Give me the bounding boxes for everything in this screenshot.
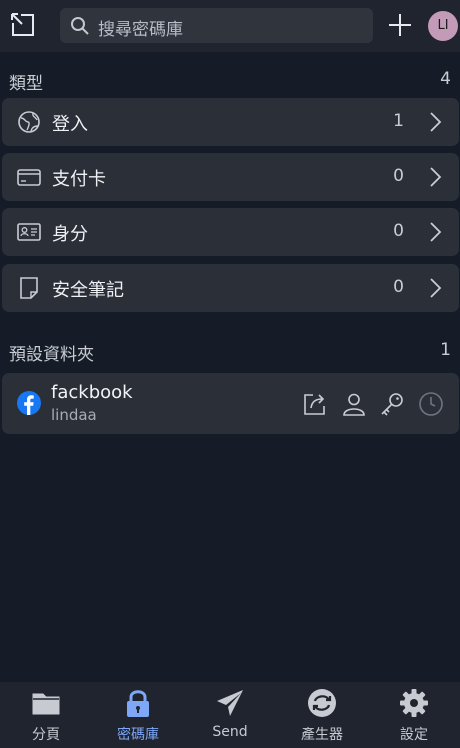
vault-item[interactable]: fackbook lindaa bbox=[2, 373, 459, 434]
type-count: 0 bbox=[393, 221, 404, 241]
vault-item-username: lindaa bbox=[51, 406, 97, 424]
globe-icon bbox=[18, 111, 40, 133]
top-bar: 搜尋密碼庫 LI bbox=[0, 0, 460, 52]
type-row-login[interactable]: 登入 1 bbox=[2, 98, 459, 146]
type-count: 0 bbox=[393, 166, 404, 186]
gear-icon bbox=[400, 689, 428, 717]
popout-icon[interactable] bbox=[9, 11, 37, 39]
types-section-title: 類型 bbox=[9, 74, 43, 94]
send-icon bbox=[217, 690, 243, 716]
type-count: 1 bbox=[393, 111, 404, 131]
copy-username-icon[interactable] bbox=[341, 391, 367, 417]
tab-label: 分頁 bbox=[32, 727, 60, 743]
search-placeholder: 搜尋密碼庫 bbox=[98, 20, 183, 40]
folder-section-title: 預設資料夾 bbox=[9, 345, 94, 365]
tab-tabs[interactable]: 分頁 bbox=[0, 682, 92, 748]
tab-label: Send bbox=[212, 724, 248, 740]
search-icon bbox=[71, 17, 89, 35]
tab-settings[interactable]: 設定 bbox=[368, 682, 460, 748]
chevron-right-icon bbox=[430, 278, 442, 298]
type-label: 身分 bbox=[52, 224, 88, 245]
facebook-icon bbox=[17, 391, 41, 415]
launch-website-icon[interactable] bbox=[302, 391, 328, 417]
tab-vault[interactable]: 密碼庫 bbox=[92, 682, 184, 748]
tab-generator[interactable]: 產生器 bbox=[276, 682, 368, 748]
type-row-card[interactable]: 支付卡 0 bbox=[2, 153, 459, 201]
avatar[interactable]: LI bbox=[428, 11, 458, 41]
copy-password-icon[interactable] bbox=[379, 391, 405, 417]
folder-section-count: 1 bbox=[440, 340, 451, 360]
clock-icon[interactable] bbox=[418, 391, 444, 417]
type-count: 0 bbox=[393, 277, 404, 297]
chevron-right-icon bbox=[430, 167, 442, 187]
chevron-right-icon bbox=[430, 112, 442, 132]
chevron-right-icon bbox=[430, 222, 442, 242]
type-row-identity[interactable]: 身分 0 bbox=[2, 208, 459, 256]
type-label: 登入 bbox=[52, 114, 88, 135]
tab-label: 設定 bbox=[400, 727, 428, 743]
folder-icon bbox=[32, 693, 60, 715]
tab-send[interactable]: Send bbox=[184, 682, 276, 748]
type-row-secure-note[interactable]: 安全筆記 0 bbox=[2, 264, 459, 312]
type-label: 支付卡 bbox=[52, 169, 106, 190]
type-label: 安全筆記 bbox=[52, 280, 124, 301]
vault-item-name: fackbook bbox=[51, 382, 133, 403]
types-section-count: 4 bbox=[440, 69, 451, 89]
add-item-button[interactable] bbox=[387, 12, 413, 38]
lock-icon bbox=[127, 690, 149, 717]
tab-label: 產生器 bbox=[301, 727, 343, 743]
note-icon bbox=[20, 277, 38, 299]
refresh-icon bbox=[308, 689, 336, 717]
tab-label: 密碼庫 bbox=[117, 727, 159, 743]
id-card-icon bbox=[17, 223, 41, 241]
search-input[interactable]: 搜尋密碼庫 bbox=[60, 8, 373, 43]
bottom-tab-bar: 分頁 密碼庫 Send 產生器 設定 bbox=[0, 682, 460, 748]
credit-card-icon bbox=[17, 169, 41, 186]
